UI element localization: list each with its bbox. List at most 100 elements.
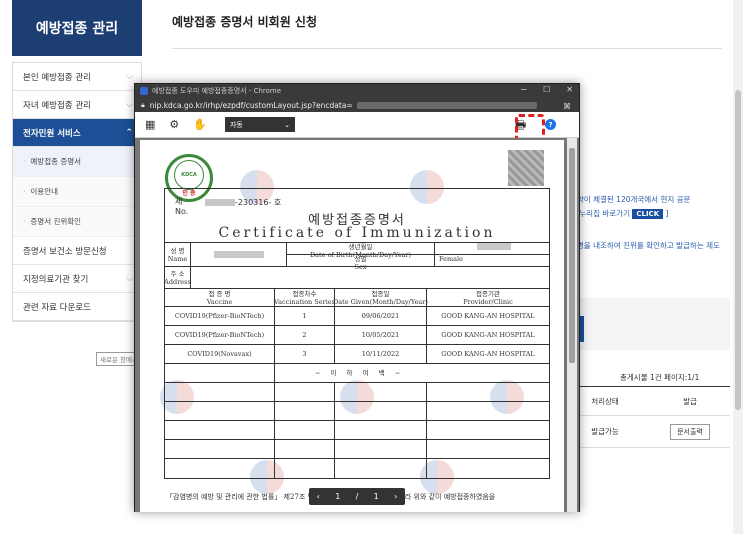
sidebar-header: 예방접종 관리 [12, 0, 142, 56]
table-header: 발급 [683, 396, 697, 406]
sidebar-subitem-label: 이용안내 [30, 187, 58, 196]
document-viewer: KDCA 인 증 제 No. -230316- 호 예방접종증명서 Certif… [135, 138, 579, 512]
dob-sex-labels: 생년월일 Date of Birth(Month/Day/Year) 성별 Se… [287, 243, 435, 271]
sidebar-item-label: 본인 예방접종 관리 [23, 72, 91, 83]
thumbnails-icon[interactable]: ▦ [145, 118, 155, 131]
table-row: COVID19(Pfizer-BioNTech) 1 09/06/2021 GO… [165, 307, 549, 326]
empty-cell [165, 440, 275, 458]
maximize-icon[interactable]: ☐ [543, 85, 550, 94]
end-marker: ~ 이 하 여 백 ~ [315, 369, 405, 377]
date-cell: 09/06/2021 [335, 307, 427, 325]
close-icon[interactable]: ✕ [566, 85, 573, 94]
window-titlebar[interactable]: 예방접종 도우미 예방접종증명서 - Chrome − ☐ ✕ [135, 84, 579, 98]
certificate-table: 제 No. -230316- 호 예방접종증명서 Certificate of … [164, 188, 550, 479]
viewer-scrollbar-thumb[interactable] [569, 148, 575, 363]
empty-cell [165, 364, 275, 382]
empty-cell [427, 421, 549, 439]
empty-row [165, 459, 549, 478]
search-area [560, 298, 730, 350]
sidebar-item-e-civil-service[interactable]: 전자민원 서비스 ⌃ [13, 119, 141, 147]
sidebar-subitem-guide[interactable]: · 이용안내 [13, 177, 141, 207]
viewer-toolbar: ▦ ⚙ ✋ 자동 ⌄ 🖶 ? [135, 112, 579, 138]
redacted [477, 243, 511, 250]
empty-cell [427, 459, 549, 478]
help-icon[interactable]: ? [545, 119, 556, 130]
chevron-right-icon[interactable]: › [394, 492, 397, 501]
series-cell: 3 [275, 345, 335, 363]
empty-cell [335, 383, 427, 401]
chevron-down-icon: ⌵ [126, 273, 133, 284]
empty-cell [335, 440, 427, 458]
sidebar-item-child-immunization[interactable]: 자녀 예방접종 관리 ⌵ [13, 91, 141, 119]
bullet-icon: · [23, 217, 26, 226]
empty-cell [427, 402, 549, 420]
table-row: COVID19(Pfizer-BioNTech) 2 10/05/2021 GO… [165, 326, 549, 345]
table-header: 접종일 Date Given(Month/Day/Year) [333, 289, 428, 306]
table-row: 발급가능 문서출력 [560, 416, 730, 448]
chevron-down-icon: ⌵ [126, 71, 133, 82]
address-bar[interactable]: 🔒︎ nip.kdca.go.kr/irhp/ezpdf/customLayou… [135, 98, 579, 112]
zoom-select[interactable]: 자동 ⌄ [224, 117, 295, 132]
minimize-icon[interactable]: − [520, 85, 527, 94]
sidebar-subitem-verify[interactable]: · 증명서 진위확인 [13, 207, 141, 237]
viewer-scrollbar[interactable] [567, 138, 577, 512]
page-info-icon[interactable]: ⌘ [563, 102, 571, 111]
chevron-left-icon[interactable]: ‹ [317, 492, 320, 501]
empty-cell [165, 459, 275, 478]
vaccine-header-row: 접 종 명 Vaccine 접종차수 Vaccination Series 접종… [165, 289, 549, 307]
browser-icon [140, 87, 148, 95]
seal-text: KDCA [174, 159, 204, 190]
chevron-down-icon: ⌵ [126, 99, 133, 110]
hand-icon[interactable]: ✋ [193, 118, 207, 131]
sidebar-item-label: 관련 자료 다운로드 [23, 302, 91, 313]
empty-cell [165, 402, 275, 420]
redacted [213, 251, 264, 258]
sidebar-item-label: 지정의료기관 찾기 [23, 274, 89, 285]
empty-cell [275, 421, 335, 439]
sidebar-item-downloads[interactable]: 관련 자료 다운로드 [13, 293, 141, 321]
table-header: 접종기관 Provider/Clinic [463, 289, 513, 306]
empty-cell [165, 421, 275, 439]
page-total: 1 [373, 492, 379, 501]
empty-cell [427, 383, 549, 401]
divider [172, 48, 722, 49]
table-header-row: 처리상태 발급 [560, 386, 730, 416]
page: 예방접종 관리 본인 예방접종 관리 ⌵ 자녀 예방접종 관리 ⌵ 전자민원 서비스… [0, 0, 743, 534]
result-table: 처리상태 발급 발급가능 문서출력 [560, 386, 730, 448]
sidebar-item-self-immunization[interactable]: 본인 예방접종 관리 ⌵ [13, 63, 141, 91]
sidebar-subitem-label: 증명서 진위확인 [30, 217, 82, 226]
print-document-button[interactable]: 문서출력 [670, 423, 710, 440]
sidebar-item-find-institution[interactable]: 지정의료기관 찾기 ⌵ [13, 265, 141, 293]
window-controls: − ☐ ✕ [520, 85, 573, 94]
empty-row [165, 421, 549, 440]
redacted [205, 199, 235, 206]
address-label: 주 소 Address [164, 267, 191, 288]
sidebar-menu: 본인 예방접종 관리 ⌵ 자녀 예방접종 관리 ⌵ 전자민원 서비스 ⌃ · 예방접종 … [12, 62, 142, 322]
click-button[interactable]: CLICK [632, 209, 664, 219]
certificate-page: KDCA 인 증 제 No. -230316- 호 예방접종증명서 Certif… [140, 140, 564, 512]
gear-icon[interactable]: ⚙ [169, 118, 179, 131]
page-current: 1 [335, 492, 341, 501]
chevron-up-icon: ⌃ [125, 127, 133, 138]
empty-cell [275, 383, 335, 401]
page-scrollbar-thumb[interactable] [735, 90, 741, 410]
page-title: 예방접종 증명서 비회원 신청 [172, 15, 318, 29]
sidebar-item-clinic-visit[interactable]: 증명서 보건소 방문신청 [13, 237, 141, 265]
vaccine-cell: COVID19(Pfizer-BioNTech) [165, 326, 275, 344]
window-title: 예방접종 도우미 예방접종증명서 - Chrome [152, 87, 282, 95]
sex-label: 성별 Sex [354, 254, 367, 271]
empty-row [165, 402, 549, 421]
sidebar-subitem-certificate[interactable]: · 예방접종 증명서 [13, 147, 141, 177]
sex-value: Female [439, 254, 463, 263]
url-text: nip.kdca.go.kr/irhp/ezpdf/customLayout.j… [149, 100, 353, 110]
provider-cell: GOOD KANG-AN HOSPITAL [441, 331, 535, 339]
info-link-row: 유 누리집 바로가기 CLICK ] [570, 209, 669, 219]
vaccine-cell: COVID19(Pfizer-BioNTech) [165, 307, 275, 325]
certificate-number: -230316- 호 [205, 197, 281, 208]
print-cell: 문서출력 [650, 423, 730, 440]
personal-row: 성 명 Name 생년월일 Date of Birth(Month/Day/Ye… [165, 243, 549, 271]
name-label: 성 명 Name [165, 243, 191, 266]
sidebar-subitem-label: 예방접종 증명서 [30, 157, 82, 166]
info-text: 협약이 체결된 120개국에서 현지 공문 [570, 195, 691, 204]
popup-window: 예방접종 도우미 예방접종증명서 - Chrome − ☐ ✕ 🔒︎ nip.k… [134, 83, 580, 512]
